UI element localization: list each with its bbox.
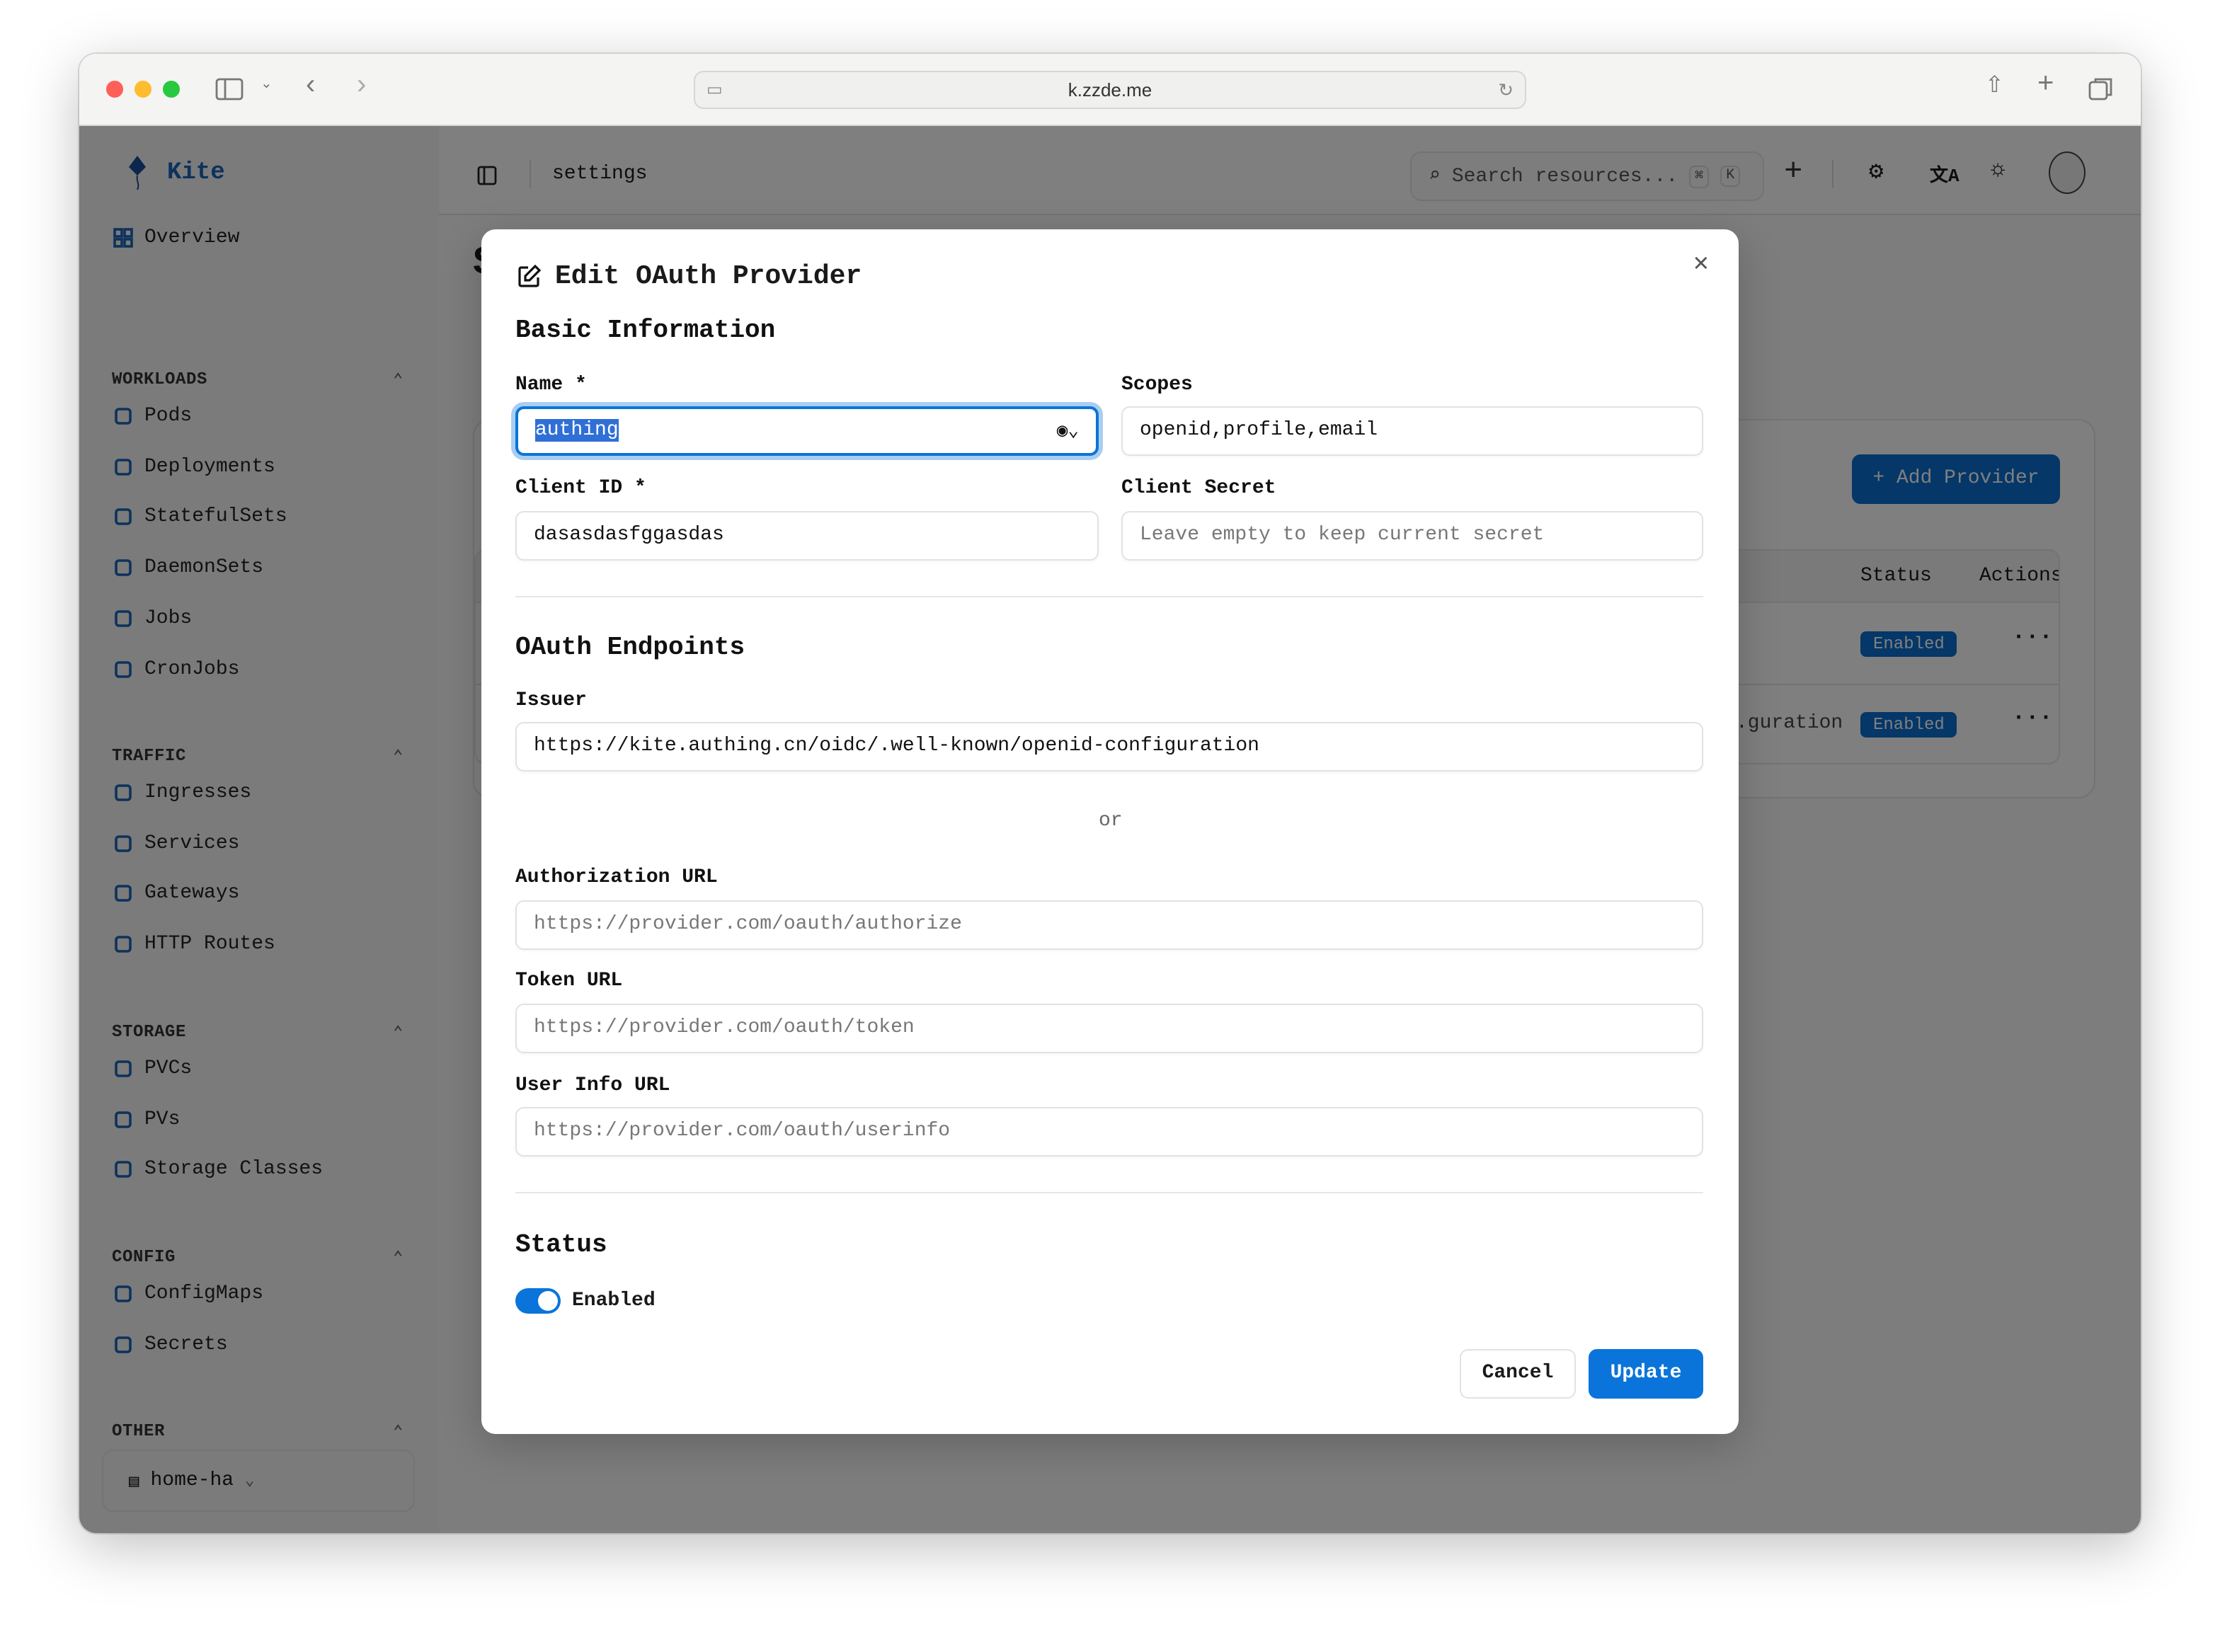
cancel-button[interactable]: Cancel: [1460, 1349, 1576, 1399]
divider: [515, 596, 1703, 597]
address-bar[interactable]: ▭ k.zzde.me ↻: [694, 71, 1526, 109]
token-url-label: Token URL: [515, 970, 622, 992]
autofill-contact-icon[interactable]: ◉⌄: [1057, 409, 1079, 453]
authorization-url-label: Authorization URL: [515, 866, 718, 889]
user-info-url-input[interactable]: https://provider.com/oauth/userinfo: [515, 1107, 1703, 1157]
client-secret-label: Client Secret: [1121, 477, 1276, 500]
sidebar-toggle-icon[interactable]: [215, 78, 244, 101]
section-oauth-endpoints: OAuth Endpoints: [515, 634, 745, 662]
close-icon[interactable]: ✕: [1693, 248, 1709, 279]
enabled-label: Enabled: [572, 1290, 656, 1312]
maximize-window-button[interactable]: [163, 81, 180, 98]
or-separator: or: [1099, 810, 1123, 832]
client-secret-input[interactable]: Leave empty to keep current secret: [1121, 511, 1703, 561]
dialog-title: Edit OAuth Provider: [555, 260, 862, 292]
authorization-url-input[interactable]: https://provider.com/oauth/authorize: [515, 900, 1703, 950]
issuer-input[interactable]: https://kite.authing.cn/oidc/.well-known…: [515, 722, 1703, 771]
page-icon: ▭: [706, 72, 723, 108]
tabs-overview-icon[interactable]: [2088, 76, 2114, 102]
user-info-url-label: User Info URL: [515, 1074, 670, 1097]
name-label: Name *: [515, 374, 587, 396]
new-tab-icon[interactable]: +: [2037, 68, 2054, 101]
enabled-toggle[interactable]: [515, 1288, 561, 1314]
client-id-input[interactable]: dasasdasfggasdas: [515, 511, 1099, 561]
scopes-label: Scopes: [1121, 374, 1193, 396]
client-id-label: Client ID *: [515, 477, 646, 500]
forward-icon[interactable]: ›: [357, 69, 366, 102]
minimize-window-button[interactable]: [135, 81, 151, 98]
edit-oauth-provider-dialog: Edit OAuth Provider ✕ Basic Information …: [481, 229, 1739, 1434]
update-button[interactable]: Update: [1589, 1349, 1703, 1399]
browser-window: ⌄ ‹ › ▭ k.zzde.me ↻ ⇧ + Kite Overview WO…: [79, 54, 2141, 1533]
reload-icon[interactable]: ↻: [1498, 72, 1514, 108]
url-text: k.zzde.me: [1068, 79, 1152, 101]
divider: [515, 1192, 1703, 1193]
section-basic-information: Basic Information: [515, 317, 775, 345]
browser-titlebar: ⌄ ‹ › ▭ k.zzde.me ↻ ⇧ +: [79, 54, 2141, 126]
chevron-down-icon[interactable]: ⌄: [261, 76, 273, 92]
scopes-input[interactable]: openid,profile,email: [1121, 406, 1703, 456]
name-value: authing: [535, 419, 619, 442]
close-window-button[interactable]: [106, 81, 123, 98]
edit-icon: [517, 265, 541, 289]
section-status: Status: [515, 1232, 607, 1260]
share-icon[interactable]: ⇧: [1985, 71, 2004, 99]
app-content: Kite Overview WORKLOADS⌃PodsDeploymentsS…: [79, 126, 2141, 1533]
issuer-label: Issuer: [515, 689, 587, 712]
name-input[interactable]: authing ◉⌄: [515, 406, 1099, 456]
back-icon[interactable]: ‹: [306, 69, 315, 102]
token-url-input[interactable]: https://provider.com/oauth/token: [515, 1004, 1703, 1053]
